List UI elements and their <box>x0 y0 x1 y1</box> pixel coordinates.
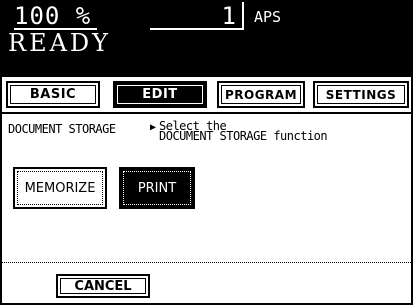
divider <box>2 112 411 114</box>
tab-edit[interactable]: EDIT <box>113 81 207 108</box>
pointer-arrow-icon: ▶ <box>150 122 157 133</box>
tab-basic[interactable]: BASIC <box>6 81 100 108</box>
print-button[interactable]: PRINT <box>119 167 195 209</box>
memorize-button[interactable]: MEMORIZE <box>13 167 107 209</box>
cancel-button[interactable]: CANCEL <box>56 274 150 298</box>
instruction-line-2: DOCUMENT STORAGE function <box>159 129 328 143</box>
status-message: READY <box>8 29 112 57</box>
copy-count: 1 <box>150 2 244 30</box>
copier-panel: 100 % 1 APS READY BASIC EDIT PROGRAM SET… <box>0 0 413 305</box>
tab-program[interactable]: PROGRAM <box>217 81 305 108</box>
tab-settings[interactable]: SETTINGS <box>313 81 409 108</box>
status-header: 100 % 1 APS READY <box>2 2 411 77</box>
magnification-readout: 100 % <box>14 2 98 30</box>
divider <box>2 262 411 263</box>
function-title: DOCUMENT STORAGE <box>8 122 116 136</box>
paper-mode-indicator: APS <box>254 8 282 26</box>
